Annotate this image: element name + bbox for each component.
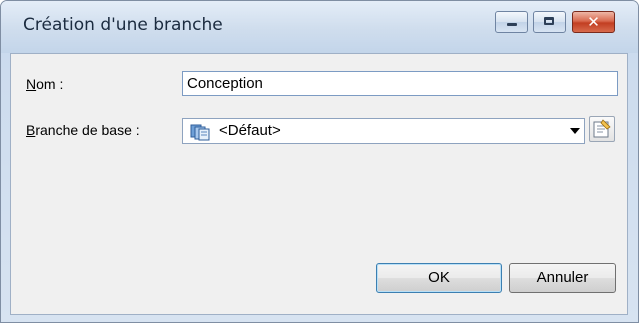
base-branch-label-accelerator: B bbox=[26, 122, 36, 138]
maximize-button[interactable] bbox=[533, 11, 566, 33]
name-field[interactable]: Conception bbox=[182, 71, 618, 96]
minimize-icon bbox=[507, 23, 517, 26]
cancel-button[interactable]: Annuler bbox=[509, 263, 616, 293]
minimize-button[interactable] bbox=[495, 11, 528, 33]
name-label-accelerator: N bbox=[26, 76, 37, 92]
ok-button[interactable]: OK bbox=[376, 263, 502, 293]
maximize-icon bbox=[544, 17, 554, 25]
base-branch-dropdown[interactable]: <Défaut> bbox=[182, 118, 585, 144]
window-title: Création d'une branche bbox=[23, 15, 223, 35]
name-label: Nom : bbox=[26, 76, 63, 92]
title-bar[interactable]: Création d'une branche ✕ bbox=[1, 1, 638, 53]
branch-icon bbox=[190, 124, 210, 141]
base-branch-value: <Défaut> bbox=[219, 122, 281, 139]
close-button[interactable]: ✕ bbox=[572, 11, 615, 33]
base-branch-label: Branche de base : bbox=[26, 122, 140, 138]
chevron-down-icon[interactable] bbox=[570, 128, 580, 134]
dialog-window: Création d'une branche ✕ Nom : Conceptio… bbox=[0, 0, 639, 323]
properties-button[interactable] bbox=[589, 116, 615, 142]
close-icon: ✕ bbox=[587, 13, 600, 31]
base-branch-label-text: ranche de base : bbox=[35, 122, 140, 138]
properties-icon bbox=[593, 119, 611, 138]
name-label-text: om : bbox=[36, 76, 64, 92]
